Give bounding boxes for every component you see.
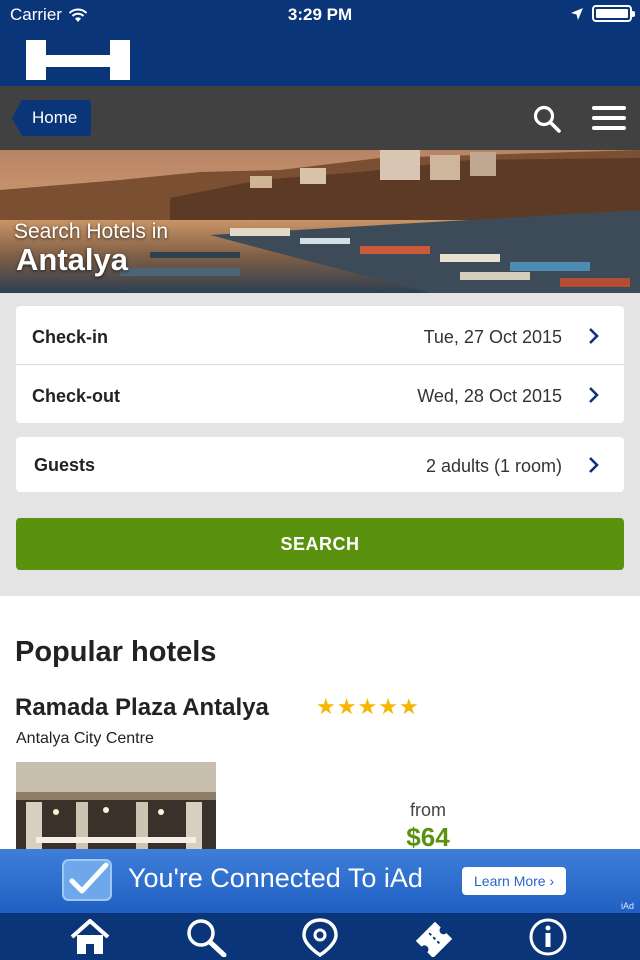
ad-message: You're Connected To iAd [128,863,423,893]
star-icon: ★ [378,694,398,719]
star-rating: ★ ★ ★ ★ ★ [316,696,419,718]
status-bar: Carrier 3:29 PM [0,0,640,30]
tab-bar [0,913,640,960]
tab-home[interactable] [68,917,112,957]
guests-card: Guests 2 adults (1 room) [16,437,624,492]
price-from-label: from [410,800,446,820]
dates-card: Check-in Tue, 27 Oct 2015 Check-out Wed,… [16,306,624,423]
nav-bar: Home [0,86,640,150]
hero-city: Antalya [16,242,128,277]
hotels-logo-icon[interactable] [26,40,130,80]
hero-banner: Search Hotels in Antalya [0,150,640,293]
search-icon[interactable] [532,104,562,134]
checkout-value: Wed, 28 Oct 2015 [417,386,562,406]
status-time: 3:29 PM [287,5,353,24]
tab-search[interactable] [184,917,228,957]
battery-icon [592,5,635,22]
checkin-row[interactable]: Check-in Tue, 27 Oct 2015 [16,306,624,364]
checkin-label: Check-in [32,327,109,347]
checkout-row[interactable]: Check-out Wed, 28 Oct 2015 [16,365,624,423]
home-button[interactable]: Home [12,100,92,136]
info-icon [529,918,567,956]
ticket-icon [415,921,453,957]
location-arrow-icon [571,7,583,20]
tab-bookings[interactable] [412,917,456,957]
status-right [570,5,635,22]
hotel-name[interactable]: Ramada Plaza Antalya [15,694,269,722]
hero-subtitle: Search Hotels in [14,220,169,243]
learn-more-button[interactable]: Learn More › [462,867,567,895]
star-icon: ★ [316,694,336,719]
location-pin-icon [302,918,338,957]
checkmark-icon [62,859,112,901]
guests-label: Guests [34,455,96,475]
iad-banner[interactable]: You're Connected To iAd Learn More › iAd [0,849,640,913]
tab-map[interactable] [298,917,342,957]
brand-bar [0,30,640,86]
search-icon [187,919,227,957]
search-form: Check-in Tue, 27 Oct 2015 Check-out Wed,… [0,293,640,596]
popular-hotels-section: Popular hotels Ramada Plaza Antalya ★ ★ … [0,596,640,849]
guests-value: 2 adults (1 room) [425,456,562,476]
guests-row[interactable]: Guests 2 adults (1 room) [16,437,624,492]
menu-icon[interactable] [592,106,626,132]
checkout-label: Check-out [32,386,121,406]
section-heading: Popular hotels [15,636,217,668]
star-icon: ★ [336,694,357,719]
hotel-location: Antalya City Centre [16,730,154,747]
hotel-photo[interactable] [16,762,216,849]
hotel-price: $64 [406,822,450,849]
checkin-value: Tue, 27 Oct 2015 [423,327,562,347]
search-button[interactable]: SEARCH [16,518,624,570]
chevron-right-icon [589,457,599,473]
ad-tag: iAd [620,901,634,911]
star-icon: ★ [398,694,419,719]
chevron-right-icon [589,328,599,344]
star-icon: ★ [357,694,378,719]
tab-info[interactable] [526,917,570,957]
home-icon [70,919,110,954]
chevron-right-icon [589,387,599,403]
